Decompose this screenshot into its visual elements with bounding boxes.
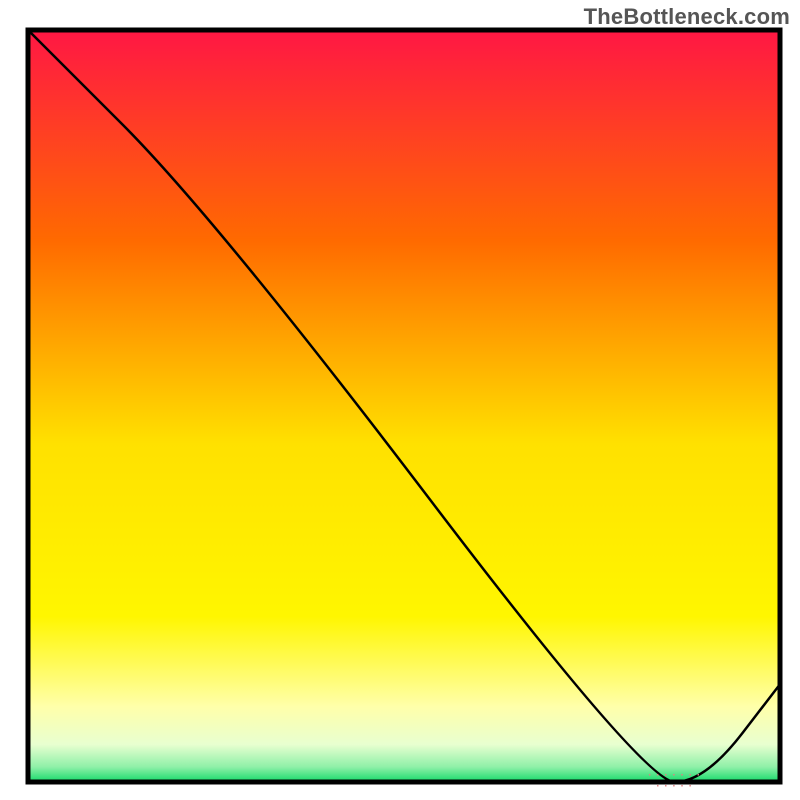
chart-svg	[0, 0, 800, 800]
bottom-marker-band: · · · · · · · · · · · ·	[645, 770, 705, 792]
watermark-text: TheBottleneck.com	[584, 4, 790, 30]
chart-stage: TheBottleneck.com · · · · · · · · · · · …	[0, 0, 800, 800]
